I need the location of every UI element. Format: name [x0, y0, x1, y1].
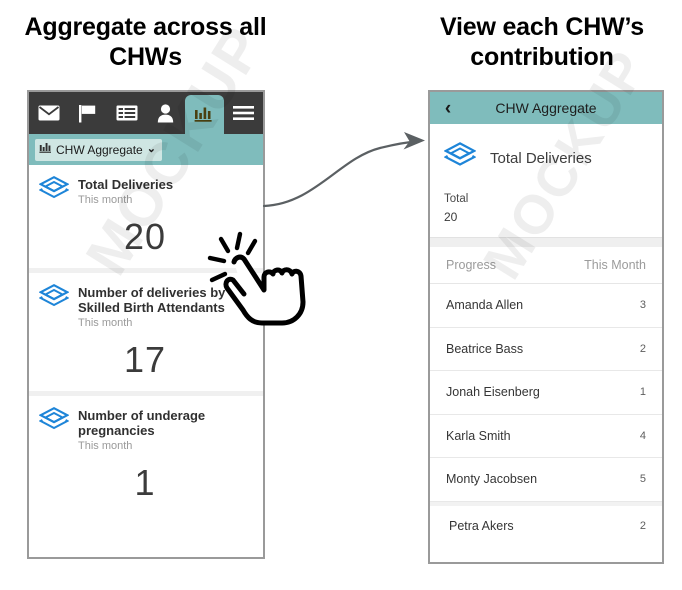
metric-card-value: 1: [134, 462, 156, 503]
row-name: Petra Akers: [449, 519, 514, 533]
table-row[interactable]: Jonah Eisenberg 1: [430, 371, 662, 415]
metric-card-title: Number of underage pregnancies: [78, 408, 206, 438]
left-heading: Aggregate across all CHWs: [24, 13, 267, 71]
metric-card-value: 20: [123, 216, 167, 257]
row-name: Monty Jacobsen: [446, 472, 538, 487]
table-row[interactable]: Karla Smith 4: [430, 415, 662, 458]
bar-chart-icon: [39, 142, 53, 157]
row-value: 5: [639, 473, 646, 486]
app-bar-title: CHW Aggregate: [495, 100, 597, 116]
detail-total-value: 20: [444, 210, 458, 224]
row-value: 1: [639, 386, 646, 399]
nav-item-analytics[interactable]: [185, 95, 224, 134]
chw-aggregate-dropdown[interactable]: CHW Aggregate ⌄: [35, 138, 162, 161]
section-divider: [430, 237, 662, 247]
nav-item-people[interactable]: [146, 92, 185, 134]
nav-item-tasks[interactable]: [68, 92, 107, 134]
list-header-left: Progress: [446, 258, 497, 272]
layers-icon: [38, 176, 70, 207]
envelope-icon: [38, 105, 60, 121]
bar-chart-icon: [194, 106, 215, 123]
metric-card[interactable]: Total Deliveries This month 20: [29, 165, 263, 268]
table-row[interactable]: Beatrice Bass 2: [430, 328, 662, 371]
top-navigation-bar: [29, 92, 263, 134]
metric-card-subtitle: This month: [78, 440, 133, 452]
nav-item-messages[interactable]: [29, 92, 68, 134]
nav-item-menu[interactable]: [224, 92, 263, 134]
layers-icon: [38, 284, 70, 315]
metric-card[interactable]: Number of underage pregnancies This mont…: [29, 391, 263, 514]
metric-card-header: Number of deliveries by Skilled Birth At…: [38, 284, 251, 331]
table-row[interactable]: Petra Akers 2: [430, 501, 662, 547]
flow-arrow-icon: [262, 128, 434, 223]
layers-icon: [38, 407, 70, 438]
row-name: Beatrice Bass: [446, 341, 524, 356]
list-header-right: This Month: [584, 258, 646, 272]
back-arrow-icon[interactable]: ‹: [438, 99, 458, 118]
metric-card-text: Number of deliveries by Skilled Birth At…: [78, 284, 238, 331]
list-icon: [116, 105, 138, 121]
metric-card-header: Number of underage pregnancies This mont…: [38, 407, 251, 454]
app-bar: ‹ CHW Aggregate: [430, 92, 662, 124]
table-row[interactable]: Amanda Allen 3: [430, 284, 662, 328]
metric-card-header: Total Deliveries This month: [38, 176, 251, 208]
person-icon: [157, 103, 174, 123]
metric-card-value: 17: [123, 339, 167, 380]
right-heading: View each CHW’s contribution: [439, 13, 645, 71]
row-name: Jonah Eisenberg: [446, 385, 540, 400]
metric-card-subtitle: This month: [78, 194, 133, 206]
layers-icon: [443, 142, 477, 175]
flag-icon: [78, 104, 98, 123]
detail-total-label: Total: [444, 193, 469, 205]
row-value: 2: [639, 342, 646, 355]
metric-card-subtitle: This month: [78, 317, 133, 329]
row-name: Amanda Allen: [446, 298, 524, 313]
chw-detail-phone-mockup: ‹ CHW Aggregate Total Deliveries Total 2…: [428, 90, 664, 564]
detail-header: Total Deliveries: [430, 124, 662, 181]
chevron-down-icon: ⌄: [146, 143, 156, 155]
row-value: 4: [639, 429, 646, 442]
metric-card[interactable]: Number of deliveries by Skilled Birth At…: [29, 268, 263, 391]
metric-card-text: Total Deliveries This month: [78, 176, 173, 208]
nav-item-reports[interactable]: [107, 92, 146, 134]
table-row[interactable]: Monty Jacobsen 5: [430, 458, 662, 502]
metric-card-title: Number of deliveries by Skilled Birth At…: [78, 285, 226, 315]
dropdown-label: CHW Aggregate: [56, 142, 143, 157]
hamburger-icon: [233, 105, 254, 121]
aggregate-phone-mockup: CHW Aggregate ⌄ Total Deliveries This mo…: [27, 90, 265, 559]
row-name: Karla Smith: [446, 428, 511, 443]
row-value: 2: [639, 520, 646, 532]
list-header: Progress This Month: [430, 247, 662, 284]
metric-card-text: Number of underage pregnancies This mont…: [78, 407, 238, 454]
dashboard-subbar: CHW Aggregate ⌄: [29, 134, 263, 165]
metric-card-title: Total Deliveries: [78, 177, 174, 192]
detail-title: Total Deliveries: [490, 150, 592, 167]
row-value: 3: [639, 299, 646, 312]
